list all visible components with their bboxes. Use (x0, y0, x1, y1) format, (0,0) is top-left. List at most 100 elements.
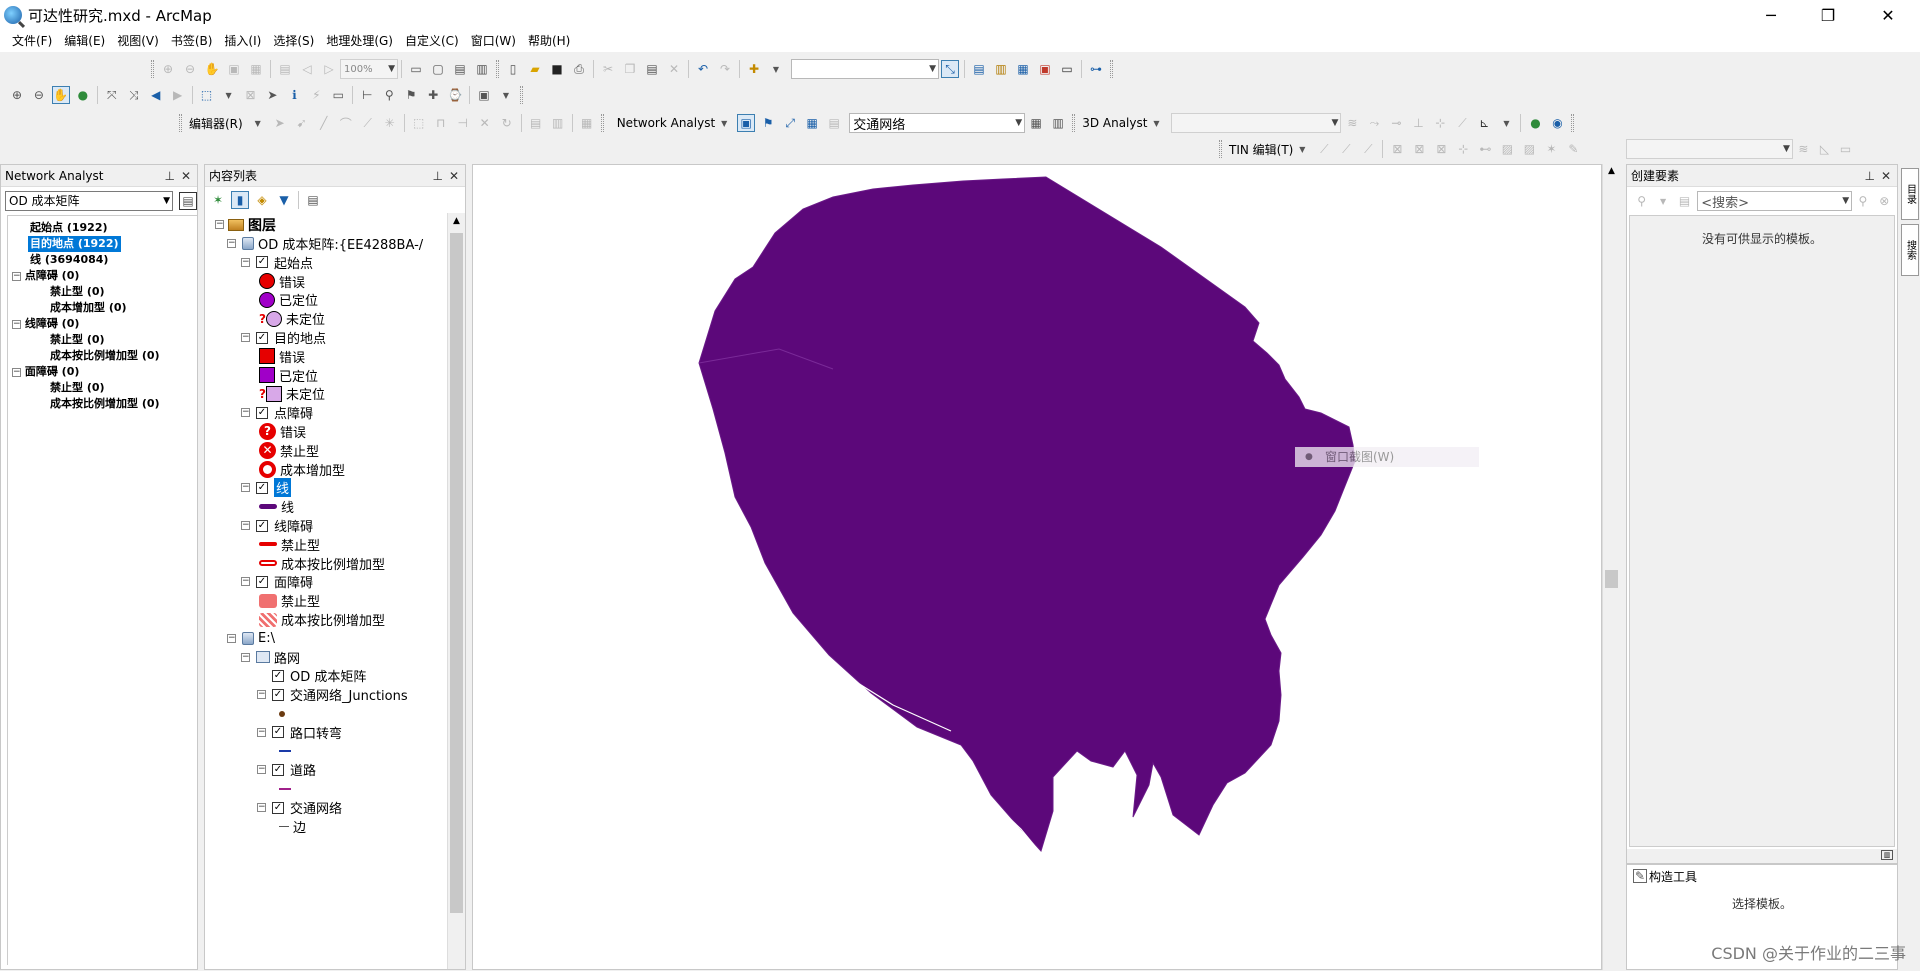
editor-toolbar-icon[interactable]: ⤡ (941, 60, 959, 78)
toc-layer-row[interactable]: − ✓ 道路 (257, 760, 316, 779)
toc-layer-row[interactable]: − ✓ 线 (241, 478, 292, 498)
cf-search-icon[interactable]: ⚲ (1854, 192, 1871, 210)
paste-icon[interactable]: ▤ (643, 60, 661, 78)
tin-swap-edge-icon[interactable]: ⊠ (1432, 140, 1450, 158)
network-analyst-menu[interactable]: Network Analyst (613, 116, 719, 130)
toc-symbol-row[interactable]: 禁止型 (259, 591, 320, 610)
cf-dropdown-icon[interactable]: ▼ (1654, 192, 1671, 210)
toc-scroll-thumb[interactable] (450, 233, 463, 913)
tin-delete-edge-icon[interactable]: ⊠ (1410, 140, 1428, 158)
toc-symbol-row[interactable]: ? 未定位 (259, 309, 325, 328)
expand-icon[interactable]: − (241, 408, 250, 418)
toc-symbol-row[interactable]: ? 错误 (259, 422, 306, 441)
edit-vertices-icon[interactable]: ⬚ (410, 114, 428, 132)
expand-icon[interactable]: − (241, 483, 250, 493)
na-item-lb-scaled-cost[interactable]: 成本按比例增加型 (0) (50, 348, 160, 364)
save-icon[interactable]: ■ (548, 60, 566, 78)
tin-delete-node-icon[interactable]: ⊠ (1388, 140, 1406, 158)
right-tool-1-icon[interactable]: ≋ (1795, 140, 1812, 158)
na-layer-select[interactable]: OD 成本矩阵 ▼ (5, 191, 173, 211)
tin-add-line-icon[interactable]: ⟋ (1337, 140, 1355, 158)
search-window-icon[interactable]: ▦ (1014, 60, 1032, 78)
tin-more-icon[interactable]: ✶ (1542, 140, 1560, 158)
toggle-draft-icon[interactable]: ▭ (407, 60, 425, 78)
pan-icon[interactable]: ✋ (51, 86, 70, 104)
table-of-contents-icon[interactable]: ▤ (970, 60, 988, 78)
python-window-icon[interactable]: ▭ (1058, 60, 1076, 78)
layout-back-icon[interactable]: ◁ (298, 60, 316, 78)
toc-symbol-row[interactable]: 成本按比例增加型 (259, 554, 385, 573)
expand-icon[interactable]: − (215, 220, 224, 229)
expand-icon[interactable]: − (12, 367, 21, 377)
layer-visibility-checkbox[interactable]: ✓ (256, 575, 268, 588)
tin-delineate-icon[interactable]: ▨ (1498, 140, 1516, 158)
na-item-pb-restriction[interactable]: 禁止型 (0) (50, 284, 105, 300)
na-item-origins[interactable]: 起始点 (1922) (30, 220, 108, 236)
change-layout-icon[interactable]: ▤ (451, 60, 469, 78)
layer-visibility-checkbox[interactable]: ✓ (272, 763, 284, 776)
reshape-icon[interactable]: ⊓ (432, 114, 450, 132)
create-network-location-icon[interactable]: ⚑ (759, 114, 777, 132)
fixed-zoom-in-icon[interactable]: ⤧ (103, 86, 121, 104)
full-extent-icon[interactable]: ● (74, 86, 92, 104)
toc-layer-row[interactable]: − ✓ 路口转弯 (257, 723, 342, 742)
expand-icon[interactable]: − (241, 652, 250, 662)
toc-symbol-row[interactable] (279, 742, 295, 761)
measure-icon[interactable]: ⊢ (358, 86, 376, 104)
na-item-polyb-restriction[interactable]: 禁止型 (0) (50, 380, 105, 396)
screenshot-context-menu[interactable]: ● 窗口截图(W) (1295, 447, 1479, 467)
find-icon[interactable]: ⚲ (380, 86, 398, 104)
right-tool-2-icon[interactable]: ◺ (1816, 140, 1833, 158)
arcglobe-icon[interactable]: ◉ (1548, 114, 1566, 132)
expand-icon[interactable]: − (12, 319, 21, 329)
na-item-destinations[interactable]: 目的地点 (1922) (28, 236, 121, 252)
arcscene-icon[interactable]: ● (1526, 114, 1544, 132)
editor-menu[interactable]: 编辑器(R) (185, 115, 247, 132)
select-dropdown-icon[interactable]: ▼ (220, 86, 238, 104)
toc-symbol-row[interactable]: ✕ 禁止型 (259, 441, 319, 460)
arctoolbox-icon[interactable]: ▣ (1036, 60, 1054, 78)
expand-icon[interactable]: − (257, 803, 266, 812)
toc-layer-row[interactable]: − ✓ 点障碍 (241, 403, 313, 422)
toc-pin-icon[interactable]: ⊥ (433, 165, 443, 187)
menu-view[interactable]: 视图(V) (111, 30, 165, 52)
expand-icon[interactable]: − (227, 633, 236, 643)
new-document-icon[interactable]: ▯ (504, 60, 522, 78)
menu-help[interactable]: 帮助(H) (522, 30, 576, 52)
restore-button[interactable]: ❐ (1805, 0, 1851, 30)
3d-analyst-menu[interactable]: 3D Analyst (1078, 116, 1151, 130)
layer-visibility-checkbox[interactable]: ✓ (272, 801, 284, 814)
layer-visibility-checkbox[interactable]: ✓ (272, 669, 284, 682)
layout-zoom-in-icon[interactable]: ⊕ (159, 60, 177, 78)
trace-icon[interactable]: ⟋ (359, 114, 377, 132)
3d-graph-dropdown-icon[interactable]: ▼ (1497, 114, 1515, 132)
tin-edge-icon[interactable]: ▨ (1520, 140, 1538, 158)
close-button[interactable]: ✕ (1865, 0, 1911, 30)
organize-templates-icon[interactable]: ⚲ (1633, 192, 1650, 210)
toc-symbol-row[interactable]: 错误 (259, 272, 305, 291)
list-by-source-icon[interactable]: ▮ (231, 191, 249, 209)
na-item-line-barriers[interactable]: − 线障碍 (0) (12, 316, 79, 332)
minimize-button[interactable]: ─ (1748, 0, 1794, 30)
tin-add-poly-icon[interactable]: ⟋ (1359, 140, 1377, 158)
split-icon[interactable]: ✕ (476, 114, 494, 132)
expand-icon[interactable]: − (241, 577, 250, 587)
toc-layer-row[interactable]: − 路网 (241, 648, 300, 667)
na-item-polygon-barriers[interactable]: − 面障碍 (0) (12, 364, 79, 380)
select-move-location-icon[interactable]: ⤢ (781, 114, 799, 132)
na-item-point-barriers[interactable]: − 点障碍 (0) (12, 268, 79, 284)
edit-annotation-icon[interactable]: ➹ (293, 114, 311, 132)
create-features-icon[interactable]: ▦ (578, 114, 596, 132)
toc-layer-row[interactable]: − ✓ 面障碍 (241, 572, 313, 591)
viewer-dropdown-icon[interactable]: ▼ (497, 86, 515, 104)
na-pin-icon[interactable]: ⊥ (165, 165, 175, 187)
copy-icon[interactable]: ❐ (621, 60, 639, 78)
clear-selection-icon[interactable]: ⊠ (242, 86, 260, 104)
straight-segment-icon[interactable]: ╱ (315, 114, 333, 132)
3d-graph-icon[interactable]: ⊾ (1475, 114, 1493, 132)
go-to-xy-icon[interactable]: ✚ (424, 86, 442, 104)
cf-close-icon[interactable]: ✕ (1881, 165, 1891, 187)
layout-pan-icon[interactable]: ✋ (203, 60, 221, 78)
cf-pin-icon[interactable]: ⊥ (1865, 165, 1875, 187)
search-side-tab[interactable]: 搜索 (1901, 224, 1919, 276)
